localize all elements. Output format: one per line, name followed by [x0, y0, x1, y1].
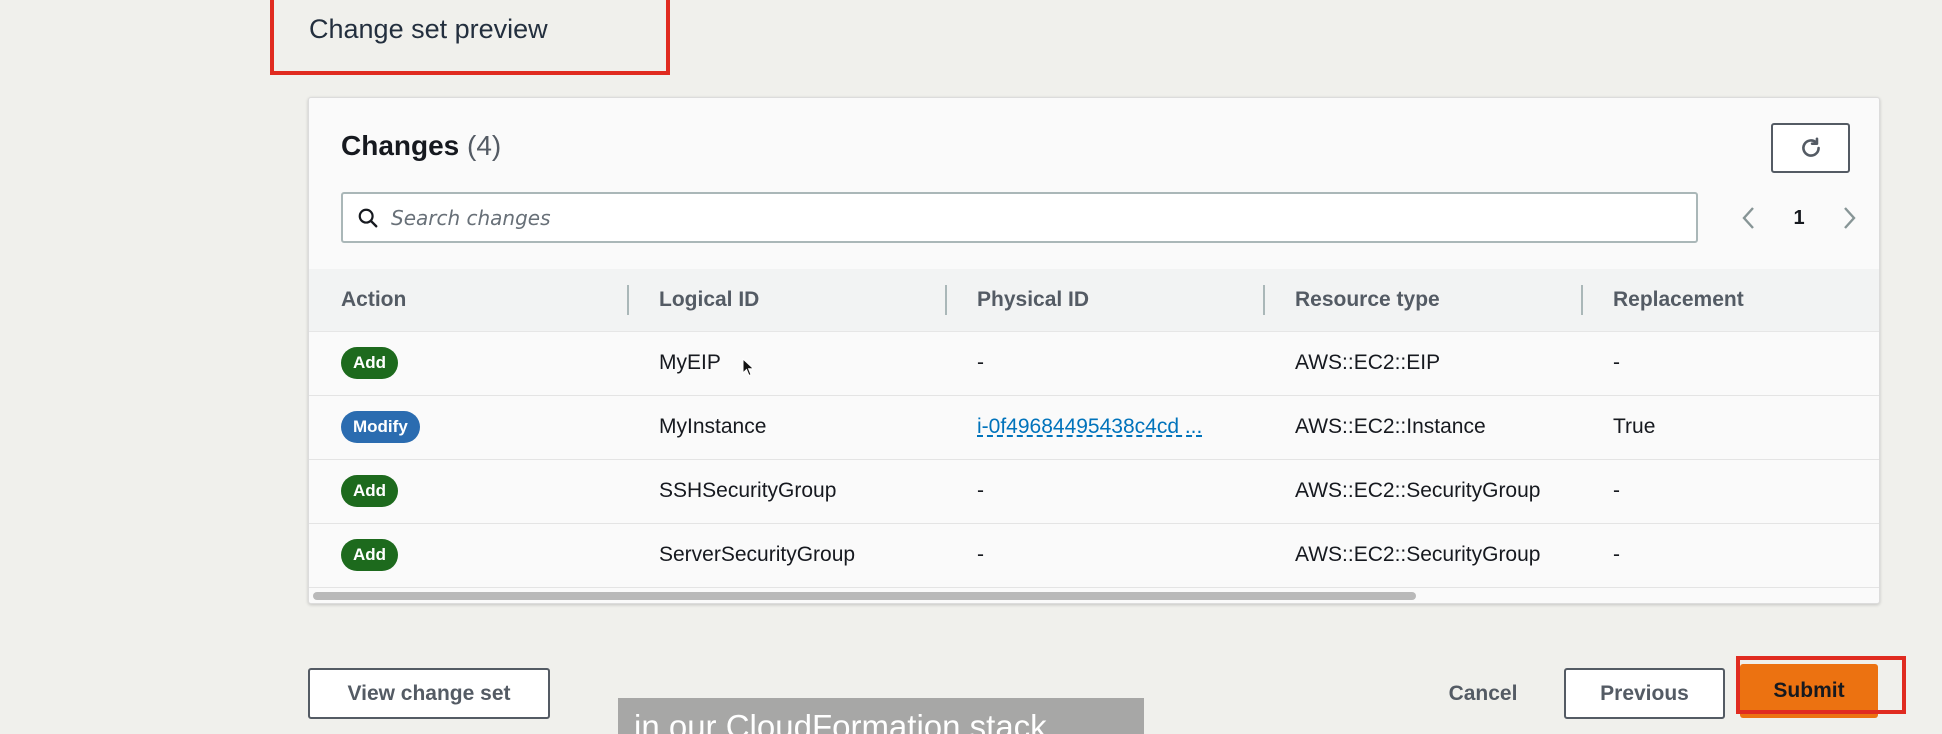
column-header-logical-id[interactable]: Logical ID: [627, 269, 945, 332]
replacement-cell: -: [1581, 459, 1879, 524]
pagination: 1: [1734, 196, 1864, 240]
column-divider[interactable]: [1581, 285, 1583, 315]
column-divider[interactable]: [945, 285, 947, 315]
column-divider[interactable]: [1263, 285, 1265, 315]
search-field[interactable]: [341, 192, 1698, 243]
physical-id-cell: -: [945, 459, 1263, 524]
next-page-button[interactable]: [1834, 198, 1864, 238]
view-change-set-button[interactable]: View change set: [308, 668, 550, 719]
physical-id-cell: -: [945, 523, 1263, 588]
changes-count: (4): [467, 130, 502, 161]
action-badge-modify: Modify: [341, 411, 420, 443]
table-row: Modify MyInstance i-0f49684495438c4cd ..…: [309, 395, 1879, 460]
video-caption: in our CloudFormation stack.: [618, 698, 1144, 734]
cancel-button[interactable]: Cancel: [1430, 668, 1536, 719]
logical-id-cell: ServerSecurityGroup: [627, 523, 945, 588]
current-page-number[interactable]: 1: [1793, 207, 1804, 230]
search-icon: [358, 208, 378, 227]
table-row: Add MyEIP - AWS::EC2::EIP -: [309, 331, 1879, 396]
submit-highlight-box: [1736, 656, 1906, 714]
action-badge-add: Add: [341, 347, 399, 379]
resource-type-cell: AWS::EC2::SecurityGroup: [1263, 459, 1581, 524]
horizontal-scrollbar[interactable]: [313, 592, 1416, 600]
column-header-resource-type[interactable]: Resource type: [1263, 269, 1581, 332]
resource-type-cell: AWS::EC2::Instance: [1263, 395, 1581, 460]
physical-id-link[interactable]: i-0f49684495438c4cd ...: [977, 415, 1202, 438]
replacement-cell: -: [1581, 331, 1879, 396]
logical-id-cell: MyInstance: [627, 395, 945, 460]
refresh-icon: [1801, 137, 1820, 157]
changes-table: Action Logical ID Physical ID Resource t…: [309, 269, 1879, 588]
search-input[interactable]: [391, 205, 1671, 230]
action-badge-add: Add: [341, 475, 399, 507]
column-header-physical-id[interactable]: Physical ID: [945, 269, 1263, 332]
action-badge-add: Add: [341, 539, 399, 571]
table-header-row: Action Logical ID Physical ID Resource t…: [309, 269, 1879, 332]
chevron-right-icon: [1844, 207, 1856, 229]
mouse-cursor-icon: [742, 358, 755, 377]
table-row: Add ServerSecurityGroup - AWS::EC2::Secu…: [309, 523, 1879, 588]
replacement-cell: True: [1581, 395, 1879, 460]
logical-id-cell: SSHSecurityGroup: [627, 459, 945, 524]
resource-type-cell: AWS::EC2::EIP: [1263, 331, 1581, 396]
column-header-replacement[interactable]: Replacement: [1581, 269, 1879, 332]
chevron-left-icon: [1742, 207, 1754, 229]
previous-button[interactable]: Previous: [1564, 668, 1725, 719]
logical-id-cell: MyEIP: [627, 331, 945, 396]
changes-title: Changes (4): [341, 130, 501, 162]
column-divider[interactable]: [627, 285, 629, 315]
previous-page-button[interactable]: [1734, 198, 1764, 238]
refresh-button[interactable]: [1771, 123, 1850, 173]
table-row: Add SSHSecurityGroup - AWS::EC2::Securit…: [309, 459, 1879, 524]
changes-panel: Changes (4) 1 Action: [308, 97, 1880, 604]
changes-title-label: Changes: [341, 130, 460, 161]
replacement-cell: -: [1581, 523, 1879, 588]
heading-highlight-box: [270, 0, 670, 75]
physical-id-cell: -: [945, 331, 1263, 396]
column-header-action[interactable]: Action: [309, 269, 627, 332]
resource-type-cell: AWS::EC2::SecurityGroup: [1263, 523, 1581, 588]
